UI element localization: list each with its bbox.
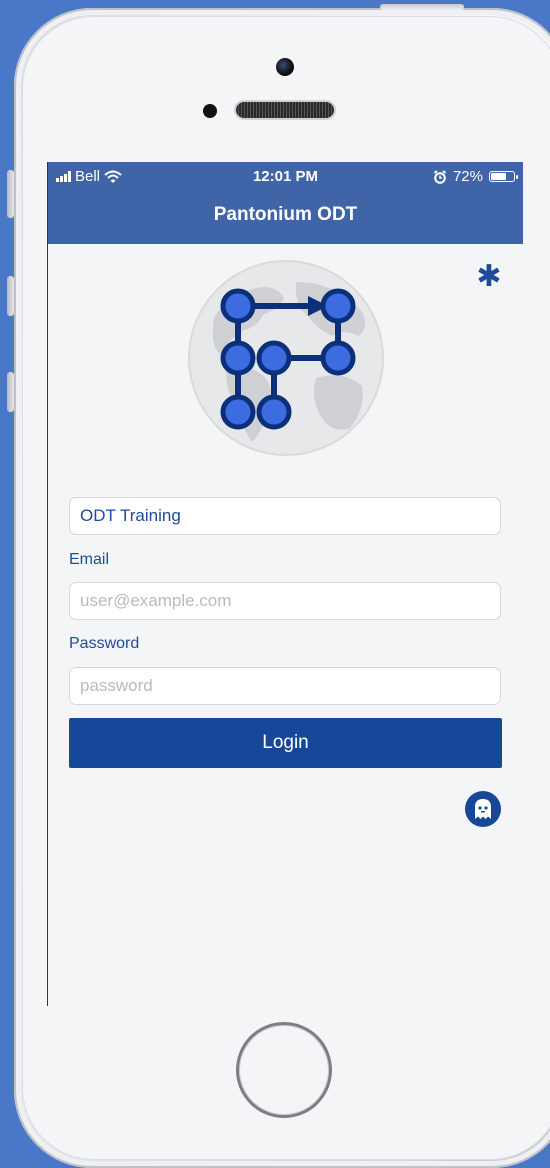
power-button xyxy=(380,4,464,10)
status-bar: Bell 12:01 PM 72% xyxy=(48,162,523,190)
battery-percent: 72% xyxy=(452,168,483,185)
account-field[interactable] xyxy=(69,497,501,535)
battery-icon xyxy=(489,171,518,182)
volume-down-button xyxy=(7,372,14,412)
proximity-sensor xyxy=(203,104,217,118)
mute-switch xyxy=(7,170,14,218)
login-button[interactable]: Login xyxy=(69,718,502,768)
front-camera xyxy=(276,58,294,76)
home-button[interactable] xyxy=(236,1022,332,1118)
app-header: Bell 12:01 PM 72% Pantonium ODT xyxy=(48,162,523,244)
ghost-icon[interactable] xyxy=(464,790,502,828)
status-right: 72% xyxy=(433,168,518,185)
page-title: Pantonium ODT xyxy=(213,204,358,225)
alarm-icon xyxy=(433,169,447,184)
volume-up-button xyxy=(7,276,14,316)
password-label: Password xyxy=(69,635,140,652)
pantonium-logo xyxy=(188,260,384,456)
email-field[interactable] xyxy=(69,582,501,620)
asterisk-icon[interactable]: ✱ xyxy=(476,260,502,293)
app-screen: Bell 12:01 PM 72% Pantonium ODT ✱ ODT Tr… xyxy=(47,162,523,1006)
password-field[interactable] xyxy=(69,667,501,705)
earpiece-speaker xyxy=(236,102,334,118)
email-label: Email xyxy=(69,551,110,568)
